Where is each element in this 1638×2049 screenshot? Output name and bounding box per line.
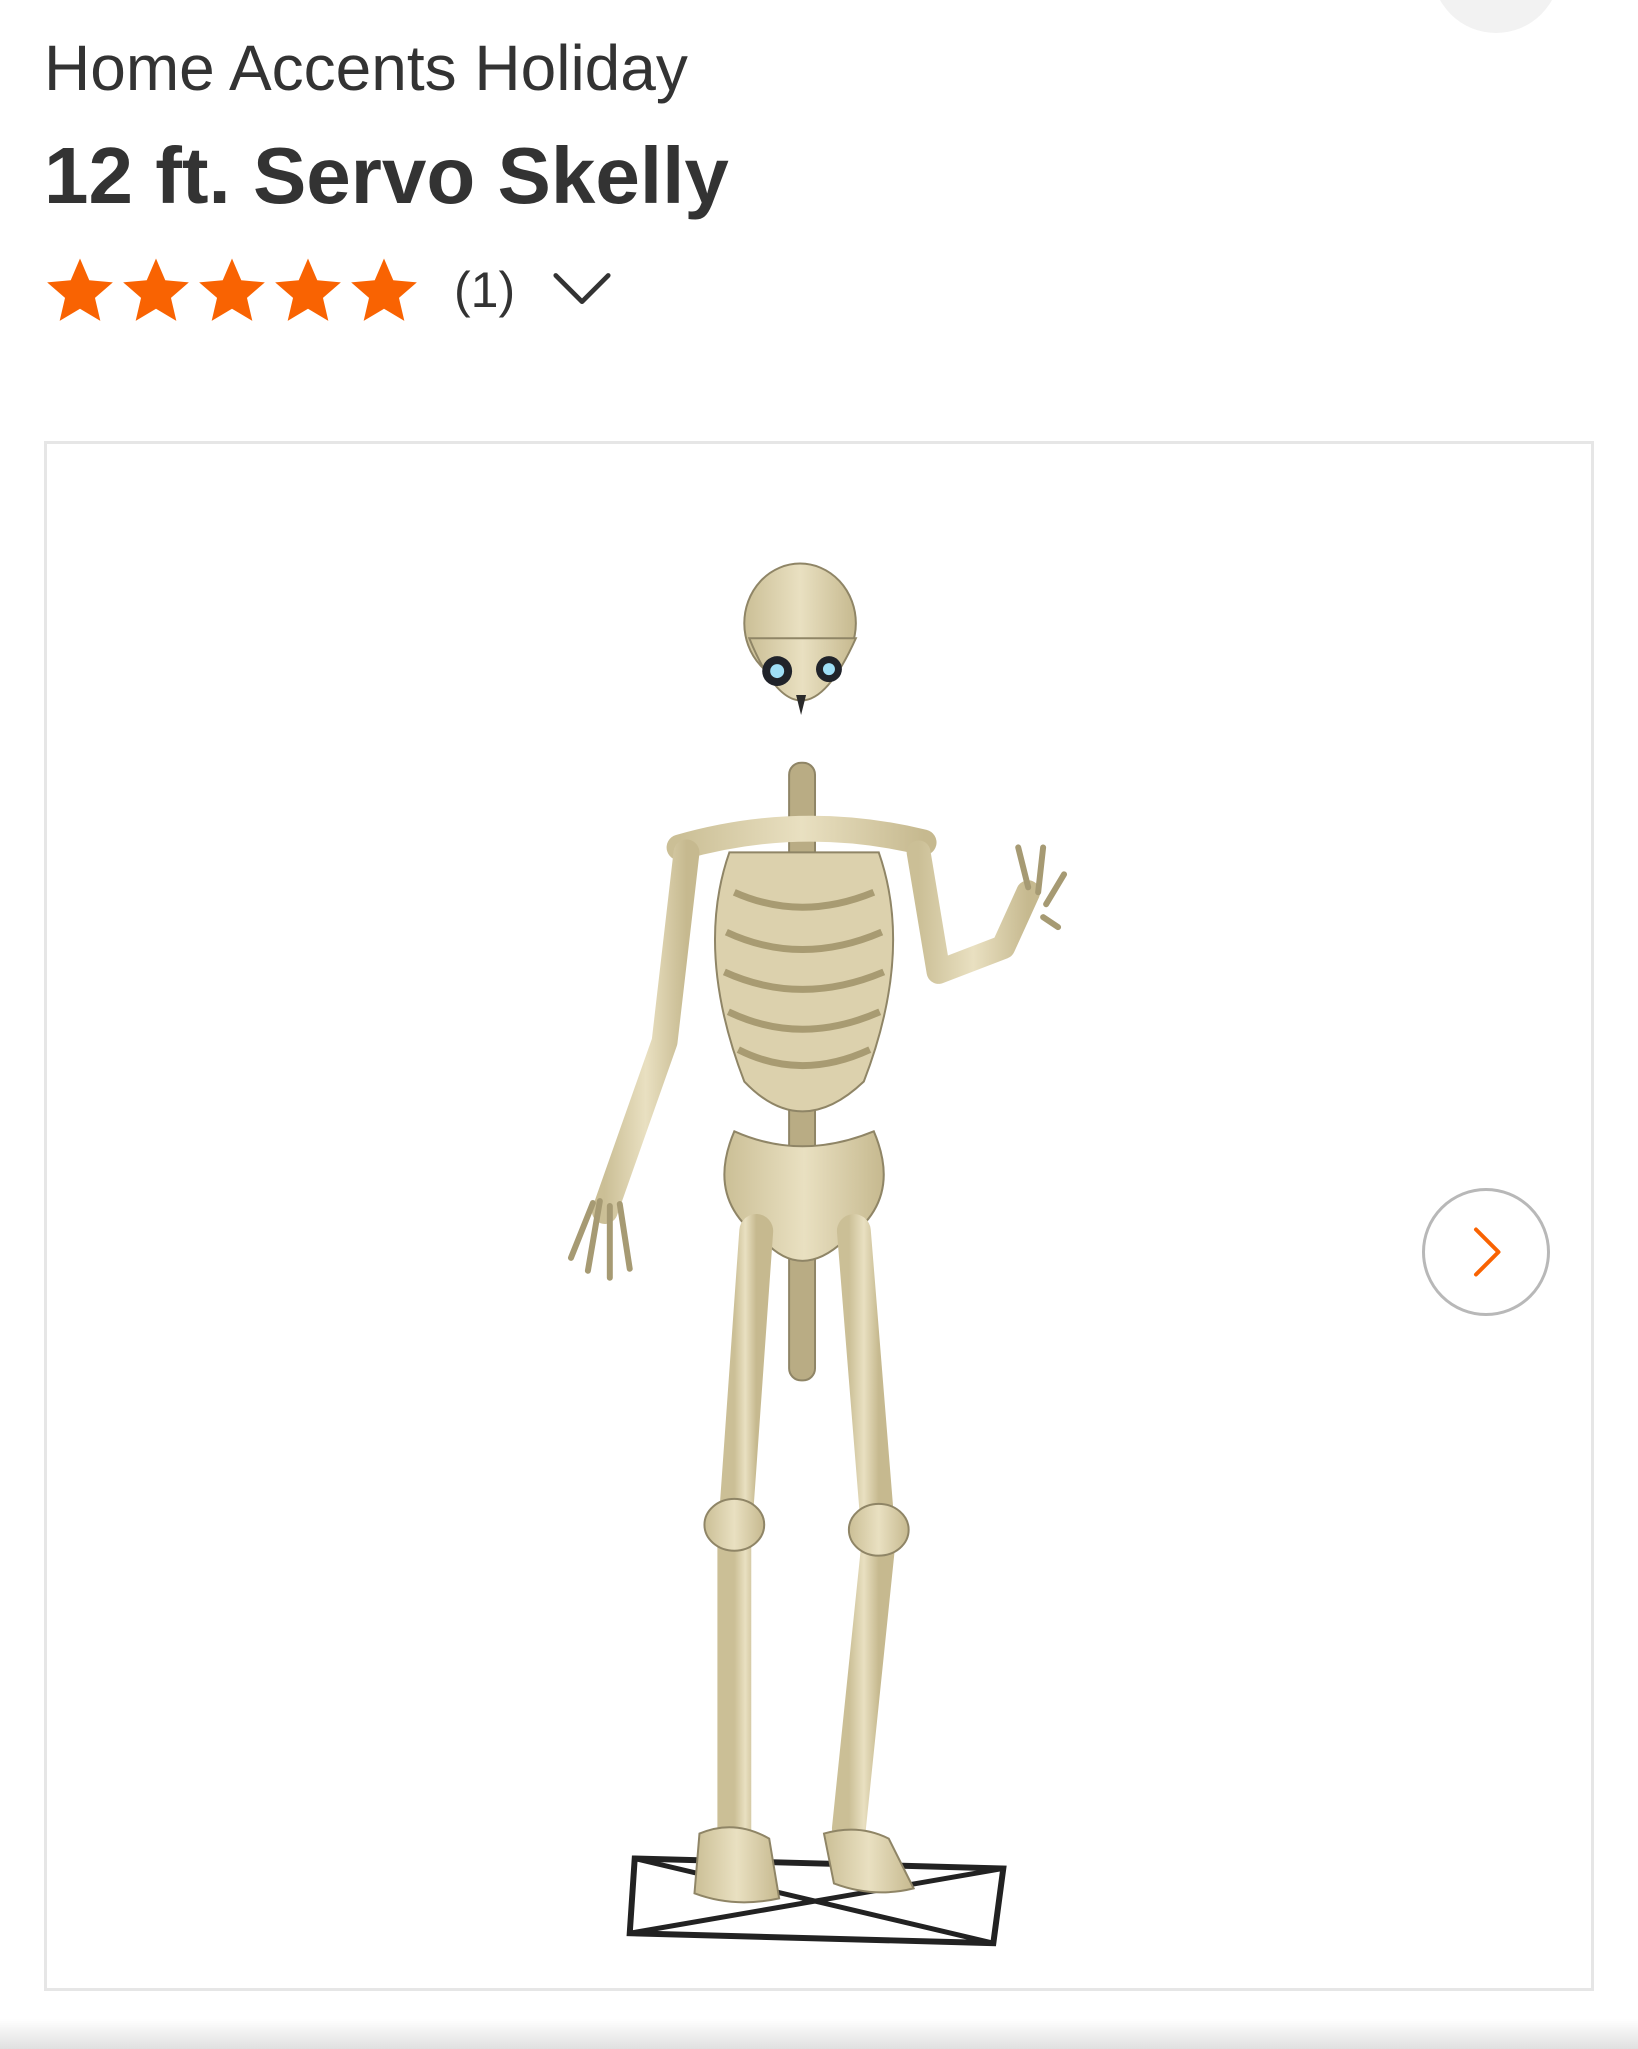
- star-rating: [44, 254, 420, 326]
- review-count[interactable]: (1): [454, 261, 515, 319]
- star-icon: [120, 254, 192, 326]
- product-image-gallery[interactable]: [44, 441, 1594, 1991]
- chevron-right-icon: [1474, 1227, 1501, 1277]
- product-image: [567, 562, 1068, 1947]
- star-icon: [348, 254, 420, 326]
- bottom-toolbar-edge: [0, 2019, 1638, 2049]
- rating-row[interactable]: (1): [44, 250, 617, 330]
- brand-name[interactable]: Home Accents Holiday: [44, 30, 688, 106]
- chevron-down-icon[interactable]: [547, 255, 617, 325]
- star-icon: [196, 254, 268, 326]
- star-icon: [272, 254, 344, 326]
- star-icon: [44, 254, 116, 326]
- top-action-button[interactable]: [1432, 0, 1560, 33]
- product-title: 12 ft. Servo Skelly: [44, 131, 729, 220]
- next-image-button[interactable]: [1422, 1188, 1550, 1316]
